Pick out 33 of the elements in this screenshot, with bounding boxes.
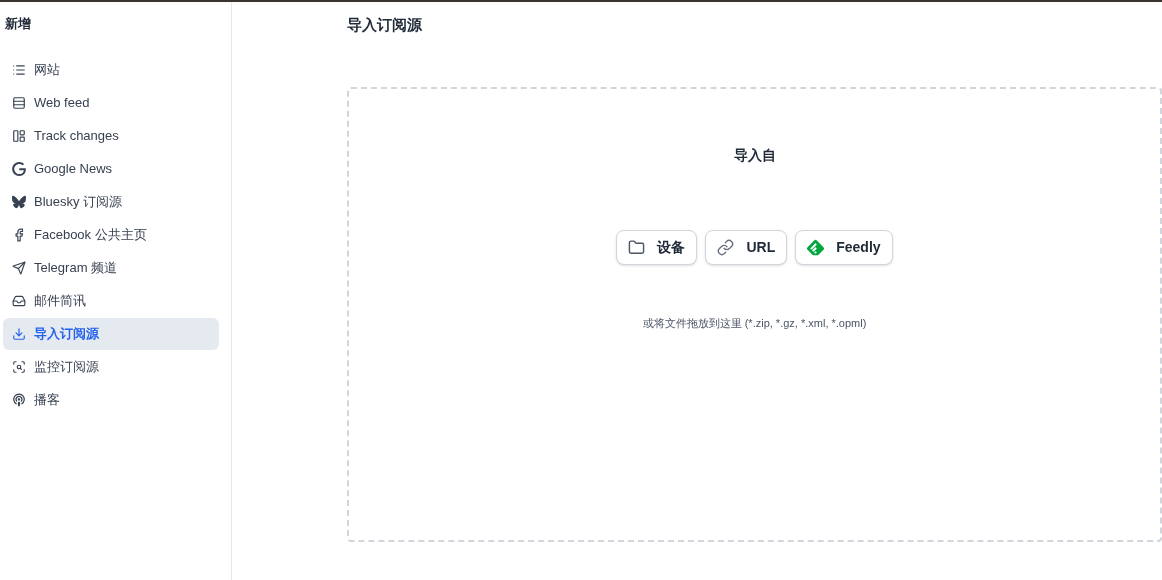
rows-icon	[12, 95, 26, 110]
sidebar-item[interactable]: Telegram 频道	[3, 251, 219, 284]
folder-icon	[628, 239, 646, 256]
import-button[interactable]: URL	[705, 230, 788, 265]
sidebar-item[interactable]: Track changes	[3, 119, 219, 152]
sidebar-item[interactable]: Facebook 公共主页	[3, 218, 219, 251]
import-button[interactable]: 设备	[616, 230, 698, 265]
sidebar-item[interactable]: Web feed	[3, 86, 219, 119]
podcast-icon	[12, 392, 26, 407]
sidebar-title: 新增	[4, 15, 32, 33]
feedly-icon	[807, 239, 825, 256]
google-icon	[12, 161, 26, 176]
sidebar-item[interactable]: 监控订阅源	[3, 350, 219, 383]
panels-icon	[12, 128, 26, 143]
scan-search-icon	[12, 359, 26, 374]
paper-plane-icon	[12, 260, 26, 275]
inbox-icon	[12, 293, 26, 308]
facebook-icon	[12, 227, 26, 242]
page-title: 导入订阅源	[347, 15, 423, 35]
list-icon	[12, 62, 26, 77]
download-icon	[12, 326, 26, 341]
sidebar-item[interactable]: Google News	[3, 152, 219, 185]
sidebar-item[interactable]: 邮件简讯	[3, 284, 219, 317]
import-heading: 导入自	[733, 146, 776, 165]
import-button[interactable]: Feedly	[795, 230, 893, 265]
drop-zone[interactable]: 导入自 设备 URL Feedly 或将文件拖放到这里 (*.zip, *.gz, *.xml, *.opml)	[347, 87, 1162, 542]
sidebar-item[interactable]: 网站	[3, 53, 219, 86]
sidebar-item[interactable]: 导入订阅源	[3, 317, 219, 350]
sidebar-item[interactable]: Bluesky 订阅源	[3, 185, 219, 218]
sidebar-item[interactable]: 播客	[3, 383, 219, 416]
butterfly-icon	[12, 194, 26, 209]
drop-hint: 或将文件拖放到这里 (*.zip, *.gz, *.xml, *.opml)	[642, 316, 867, 331]
link-icon	[717, 239, 735, 256]
